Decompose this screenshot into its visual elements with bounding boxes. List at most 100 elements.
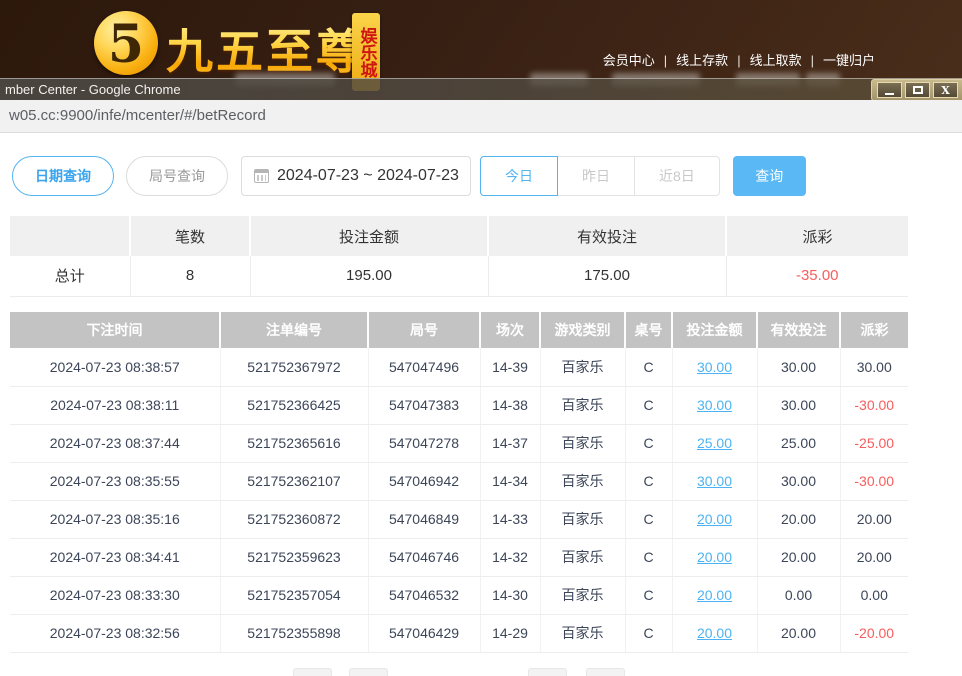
round-query-tab[interactable]: 局号查询 xyxy=(126,156,228,196)
table-row: 2024-07-23 08:34:41521752359623547046746… xyxy=(10,538,908,576)
nav-link-3[interactable]: 线上取款 xyxy=(750,53,802,68)
maximize-icon xyxy=(913,86,923,94)
summary-bet-amount: 195.00 xyxy=(250,256,488,296)
bet-amount-link[interactable]: 30.00 xyxy=(697,397,732,413)
cell-payout: 30.00 xyxy=(840,348,908,386)
pagination-button[interactable] xyxy=(293,668,332,676)
nav-link-1[interactable]: 会员中心 xyxy=(603,53,655,68)
nav-link-4[interactable]: 一键归户 xyxy=(823,53,875,68)
bet-amount-link[interactable]: 30.00 xyxy=(697,359,732,375)
nav-link-2[interactable]: 线上存款 xyxy=(676,53,728,68)
nav-separator: | xyxy=(664,53,667,68)
close-button[interactable]: X xyxy=(933,82,958,98)
minimize-button[interactable] xyxy=(877,82,902,98)
cell-bet-amount: 20.00 xyxy=(672,500,757,538)
bet-amount-link[interactable]: 20.00 xyxy=(697,625,732,641)
cell-game-type: 百家乐 xyxy=(540,576,625,614)
summary-header-cell: 派彩 xyxy=(726,216,908,256)
cell-bet-amount: 25.00 xyxy=(672,424,757,462)
cell-session: 14-30 xyxy=(480,576,540,614)
cell-bet-id: 521752367972 xyxy=(220,348,368,386)
pagination-button[interactable] xyxy=(349,668,388,676)
cell-bet-amount: 30.00 xyxy=(672,462,757,500)
cell-payout: -20.00 xyxy=(840,614,908,652)
pagination-button[interactable] xyxy=(586,668,625,676)
window-controls: X xyxy=(871,79,962,101)
cell-session: 14-33 xyxy=(480,500,540,538)
bet-amount-link[interactable]: 20.00 xyxy=(697,511,732,527)
cell-bet-id: 521752359623 xyxy=(220,538,368,576)
summary-header-cell: 有效投注 xyxy=(488,216,726,256)
cell-bet-id: 521752355898 xyxy=(220,614,368,652)
cell-bet-time: 2024-07-23 08:38:11 xyxy=(10,386,220,424)
cell-session: 14-38 xyxy=(480,386,540,424)
table-row: 2024-07-23 08:38:11521752366425547047383… xyxy=(10,386,908,424)
cell-bet-time: 2024-07-23 08:34:41 xyxy=(10,538,220,576)
cell-round-id: 547046532 xyxy=(368,576,480,614)
bet-header-cell: 桌号 xyxy=(625,312,672,348)
cell-game-type: 百家乐 xyxy=(540,462,625,500)
cell-table-id: C xyxy=(625,538,672,576)
date-range-value: 2024-07-23 ~ 2024-07-23 xyxy=(277,167,459,185)
cell-table-id: C xyxy=(625,614,672,652)
cell-game-type: 百家乐 xyxy=(540,538,625,576)
cell-bet-time: 2024-07-23 08:32:56 xyxy=(10,614,220,652)
cell-session: 14-39 xyxy=(480,348,540,386)
summary-row-label: 总计 xyxy=(10,256,130,296)
bet-header-cell: 下注时间 xyxy=(10,312,220,348)
brand-title: 九五至尊 xyxy=(166,13,366,82)
bet-amount-link[interactable]: 20.00 xyxy=(697,549,732,565)
cell-table-id: C xyxy=(625,576,672,614)
date-query-tab[interactable]: 日期查询 xyxy=(12,156,114,196)
bet-header-cell: 注单编号 xyxy=(220,312,368,348)
summary-total-row: 总计8195.00175.00-35.00 xyxy=(10,256,908,296)
cell-round-id: 547047496 xyxy=(368,348,480,386)
nav-separator: | xyxy=(737,53,740,68)
cell-valid-bet: 20.00 xyxy=(757,614,840,652)
cell-table-id: C xyxy=(625,424,672,462)
cell-round-id: 547046429 xyxy=(368,614,480,652)
date-range-input[interactable]: 2024-07-23 ~ 2024-07-23 xyxy=(241,156,471,196)
close-icon: X xyxy=(941,84,950,97)
cell-session: 14-34 xyxy=(480,462,540,500)
bet-header-cell: 派彩 xyxy=(840,312,908,348)
logo-number: 5 xyxy=(108,19,144,71)
nav-separator: | xyxy=(811,53,814,68)
table-row: 2024-07-23 08:33:30521752357054547046532… xyxy=(10,576,908,614)
cell-valid-bet: 30.00 xyxy=(757,462,840,500)
cell-bet-time: 2024-07-23 08:35:16 xyxy=(10,500,220,538)
browser-urlbar[interactable]: w05.cc:9900/infe/mcenter/#/betRecord xyxy=(0,100,962,133)
cell-table-id: C xyxy=(625,462,672,500)
cell-valid-bet: 0.00 xyxy=(757,576,840,614)
maximize-button[interactable] xyxy=(905,82,930,98)
quick-range-button-2[interactable]: 昨日 xyxy=(558,156,635,196)
bet-header-cell: 场次 xyxy=(480,312,540,348)
search-button[interactable]: 查询 xyxy=(733,156,806,196)
bet-amount-link[interactable]: 30.00 xyxy=(697,473,732,489)
table-row: 2024-07-23 08:37:44521752365616547047278… xyxy=(10,424,908,462)
quick-range-button-3[interactable]: 近8日 xyxy=(635,156,720,196)
cell-payout: -30.00 xyxy=(840,462,908,500)
table-row: 2024-07-23 08:35:55521752362107547046942… xyxy=(10,462,908,500)
summary-header-cell: 投注金额 xyxy=(250,216,488,256)
calendar-icon xyxy=(254,169,269,183)
cell-bet-id: 521752362107 xyxy=(220,462,368,500)
bet-record-page: 日期查询 局号查询 2024-07-23 ~ 2024-07-23 今日昨日近8… xyxy=(0,133,962,676)
cell-payout: -25.00 xyxy=(840,424,908,462)
cell-round-id: 547047278 xyxy=(368,424,480,462)
bet-amount-link[interactable]: 25.00 xyxy=(697,435,732,451)
cell-round-id: 547046942 xyxy=(368,462,480,500)
minimize-icon xyxy=(885,93,894,95)
summary-table: 笔数投注金额有效投注派彩 总计8195.00175.00-35.00 xyxy=(10,216,908,297)
quick-range-button-1[interactable]: 今日 xyxy=(480,156,558,196)
cell-table-id: C xyxy=(625,348,672,386)
pagination-button[interactable] xyxy=(528,668,567,676)
bet-amount-link[interactable]: 20.00 xyxy=(697,587,732,603)
summary-count: 8 xyxy=(130,256,250,296)
browser-titlebar[interactable]: mber Center - Google Chrome X xyxy=(0,78,962,100)
cell-bet-id: 521752365616 xyxy=(220,424,368,462)
cell-session: 14-37 xyxy=(480,424,540,462)
table-row: 2024-07-23 08:35:16521752360872547046849… xyxy=(10,500,908,538)
bet-header-cell: 游戏类别 xyxy=(540,312,625,348)
cell-round-id: 547046746 xyxy=(368,538,480,576)
